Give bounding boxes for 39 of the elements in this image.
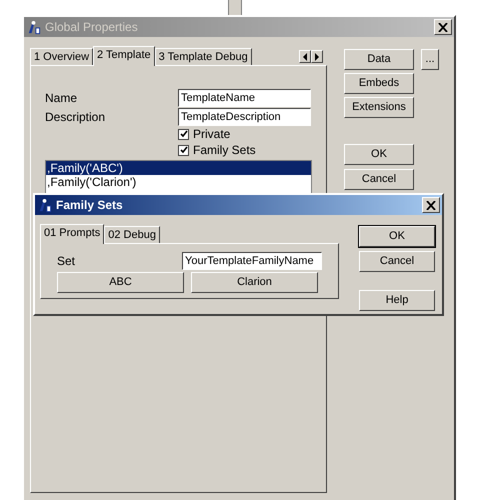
left-arrow-icon [301, 52, 309, 62]
text-field[interactable]: TemplateName [178, 88, 311, 106]
list-item[interactable]: ,Family('ABC') [46, 161, 311, 175]
right-arrow-icon [313, 52, 321, 62]
checkbox-label: Private [193, 126, 230, 143]
more-button[interactable]: ... [421, 49, 439, 70]
family-button[interactable]: ABC [57, 272, 184, 293]
close-button[interactable] [434, 19, 452, 35]
text-field[interactable]: TemplateDescription [178, 108, 311, 126]
close-icon [438, 22, 448, 32]
tab[interactable]: 3 Template Debug [154, 48, 252, 65]
close-button[interactable] [422, 197, 440, 213]
dialog-button[interactable]: Help [359, 290, 435, 311]
checkbox-label: Family Sets [193, 142, 256, 159]
window-title: Global Properties [45, 19, 139, 36]
window-title: Family Sets [56, 197, 124, 214]
dialog-button[interactable]: Cancel [344, 169, 414, 190]
tab[interactable]: 02 Debug [104, 226, 160, 243]
field-label: Name [45, 90, 78, 106]
close-icon [426, 200, 436, 210]
dialog-button[interactable]: Cancel [359, 251, 435, 272]
dialog-button[interactable]: OK [344, 144, 414, 165]
side-button[interactable]: Embeds [344, 73, 414, 94]
field-label: Set [57, 253, 76, 270]
tab[interactable]: 2 Template [93, 46, 155, 66]
checkbox[interactable] [178, 128, 189, 140]
scroll-right-button[interactable] [311, 50, 323, 63]
app-icon [37, 198, 52, 212]
scroll-left-button[interactable] [299, 50, 311, 63]
text-field[interactable]: YourTemplateFamilyName [182, 252, 322, 270]
dialog-button[interactable]: OK [359, 226, 435, 247]
side-button[interactable]: Data [344, 49, 414, 70]
list-item[interactable]: ,Family('Clarion') [46, 175, 311, 189]
tab[interactable]: 01 Prompts [40, 224, 104, 244]
app-icon [26, 20, 41, 34]
field-label: Description [45, 108, 106, 126]
checkbox[interactable] [178, 144, 189, 156]
side-button[interactable]: Extensions [344, 97, 414, 118]
family-button[interactable]: Clarion [191, 272, 318, 293]
